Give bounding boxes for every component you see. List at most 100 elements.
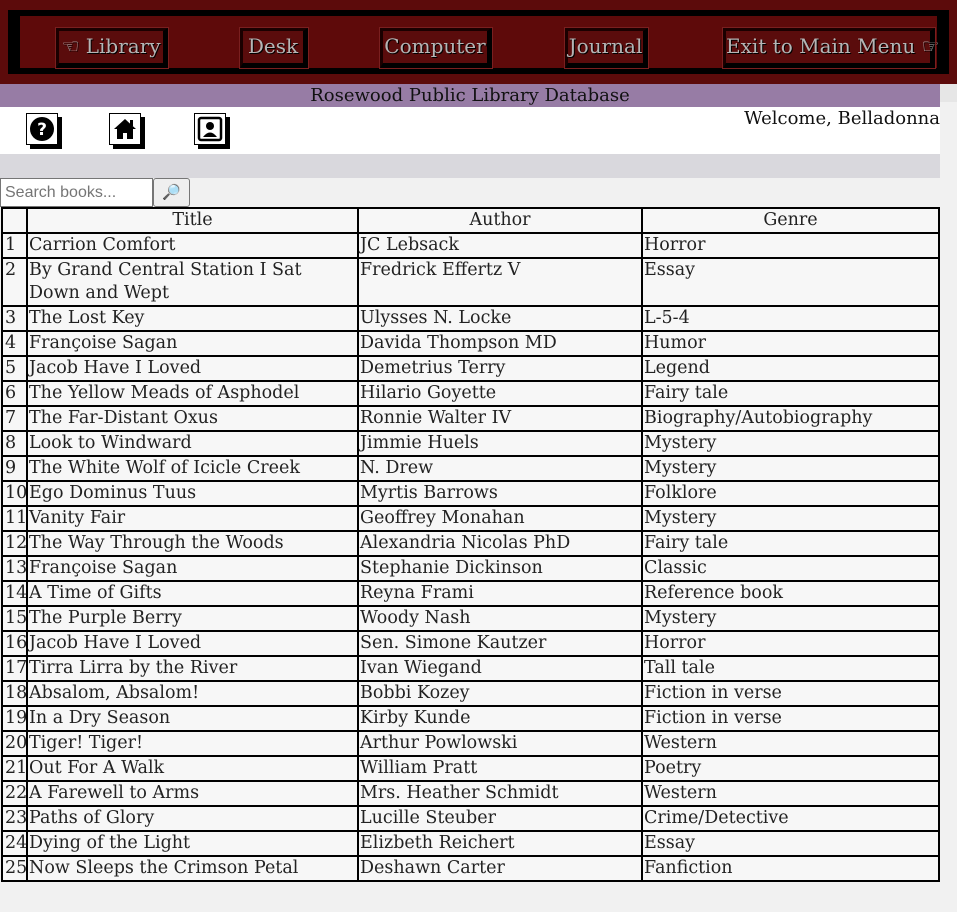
nav-frame: ☜ Library Desk Computer Journal Exit to … (8, 10, 949, 74)
row-number: 4 (1, 330, 28, 357)
table-row[interactable]: 18 Absalom, Absalom! Bobbi Kozey Fiction in… (1, 680, 940, 707)
scrollbar[interactable] (940, 84, 957, 912)
table-row[interactable]: 11 Vanity Fair Geoffrey Monahan Mystery (1, 505, 940, 532)
divider-band (0, 154, 940, 178)
row-number: 17 (1, 655, 28, 682)
table-row[interactable]: 24 Dying of the Light Elizbeth Reichert Ess… (1, 830, 940, 857)
book-author-cell: JC Lebsack (357, 232, 643, 259)
book-title-cell: Jacob Have I Loved (26, 355, 359, 382)
book-title-cell: Paths of Glory (26, 805, 359, 832)
row-number: 5 (1, 355, 28, 382)
row-number: 3 (1, 305, 28, 332)
home-button[interactable] (109, 113, 145, 149)
book-author-cell: Lucille Steuber (357, 805, 643, 832)
scrollbar-thumb[interactable] (940, 84, 957, 102)
book-title-cell: Out For A Walk (26, 755, 359, 782)
search-button[interactable]: 🔎 (153, 178, 190, 207)
book-title-cell: Jacob Have I Loved (26, 630, 359, 657)
table-header-row: Title Author Genre (1, 207, 940, 234)
book-title-cell: The Purple Berry (26, 605, 359, 632)
book-title-cell: The Way Through the Woods (26, 530, 359, 557)
book-genre-cell: Biography/Autobiography (641, 405, 940, 432)
book-author-cell: Reyna Frami (357, 580, 643, 607)
book-author-cell: Sen. Simone Kautzer (357, 630, 643, 657)
table-row[interactable]: 7 The Far-Distant Oxus Ronnie Walter IV Bio… (1, 405, 940, 432)
table-row[interactable]: 13 Françoise Sagan Stephanie Dickinson Clas… (1, 555, 940, 582)
nav-journal-button[interactable]: Journal (564, 27, 649, 69)
nav-exit-button[interactable]: Exit to Main Menu ☞ (722, 27, 940, 69)
table-row[interactable]: 19 In a Dry Season Kirby Kunde Fiction in v… (1, 705, 940, 732)
book-author-cell: Alexandria Nicolas PhD (357, 530, 643, 557)
search-input[interactable] (0, 178, 153, 207)
book-title-cell: Tirra Lirra by the River (26, 655, 359, 682)
book-genre-cell: Classic (641, 555, 940, 582)
book-genre-cell: Crime/Detective (641, 805, 940, 832)
book-title-cell: Look to Windward (26, 430, 359, 457)
row-number: 13 (1, 555, 28, 582)
book-author-cell: Geoffrey Monahan (357, 505, 643, 532)
row-number: 7 (1, 405, 28, 432)
row-number: 20 (1, 730, 28, 757)
row-number: 19 (1, 705, 28, 732)
book-genre-cell: L-5-4 (641, 305, 940, 332)
book-genre-cell: Reference book (641, 580, 940, 607)
page-title: Rosewood Public Library Database (0, 84, 940, 107)
column-header-title[interactable]: Title (26, 207, 359, 234)
book-genre-cell: Humor (641, 330, 940, 357)
book-genre-cell: Essay (641, 830, 940, 857)
table-row[interactable]: 15 The Purple Berry Woody Nash Mystery (1, 605, 940, 632)
table-row[interactable]: 8 Look to Windward Jimmie Huels Mystery (1, 430, 940, 457)
page: ☜ Library Desk Computer Journal Exit to … (0, 0, 957, 912)
column-header-author[interactable]: Author (357, 207, 643, 234)
row-number: 22 (1, 780, 28, 807)
table-row[interactable]: 16 Jacob Have I Loved Sen. Simone Kautzer H… (1, 630, 940, 657)
table-row[interactable]: 1 Carrion Comfort JC Lebsack Horror (1, 232, 940, 259)
book-title-cell: Tiger! Tiger! (26, 730, 359, 757)
nav-bar: ☜ Library Desk Computer Journal Exit to … (20, 16, 940, 69)
row-number: 25 (1, 855, 28, 882)
help-button[interactable]: ? (26, 113, 62, 149)
book-title-cell: Vanity Fair (26, 505, 359, 532)
table-row[interactable]: 12 The Way Through the Woods Alexandria Ni… (1, 530, 940, 557)
book-author-cell: Demetrius Terry (357, 355, 643, 382)
book-author-cell: Jimmie Huels (357, 430, 643, 457)
nav-library-button[interactable]: ☜ Library (55, 27, 169, 69)
table-row[interactable]: 23 Paths of Glory Lucille Steuber Crime/Det… (1, 805, 940, 832)
table-row[interactable]: 25 Now Sleeps the Crimson Petal Deshawn Ca… (1, 855, 940, 882)
nav-computer-button[interactable]: Computer (379, 27, 493, 69)
table-row[interactable]: 3 The Lost Key Ulysses N. Locke L-5-4 (1, 305, 940, 332)
table-row[interactable]: 9 The White Wolf of Icicle Creek N. Drew My… (1, 455, 940, 482)
book-author-cell: William Pratt (357, 755, 643, 782)
table-row[interactable]: 4 Françoise Sagan Davida Thompson MD Humor (1, 330, 940, 357)
book-genre-cell: Mystery (641, 605, 940, 632)
book-author-cell: Ronnie Walter IV (357, 405, 643, 432)
table-row[interactable]: 5 Jacob Have I Loved Demetrius Terry Legend (1, 355, 940, 382)
table-row[interactable]: 10 Ego Dominus Tuus Myrtis Barrows Folklore (1, 480, 940, 507)
table-row[interactable]: 2 By Grand Central Station I Sat Down and… (1, 257, 940, 307)
table-row[interactable]: 20 Tiger! Tiger! Arthur Powlowski Western (1, 730, 940, 757)
row-number: 18 (1, 680, 28, 707)
book-author-cell: Myrtis Barrows (357, 480, 643, 507)
nav-desk-label: Desk (247, 34, 299, 58)
book-title-cell: Françoise Sagan (26, 330, 359, 357)
table-row[interactable]: 6 The Yellow Meads of Asphodel Hilario Goy… (1, 380, 940, 407)
table-row[interactable]: 17 Tirra Lirra by the River Ivan Wiegand Ta… (1, 655, 940, 682)
book-genre-cell: Fairy tale (641, 380, 940, 407)
table-row[interactable]: 21 Out For A Walk William Pratt Poetry (1, 755, 940, 782)
column-header-genre[interactable]: Genre (641, 207, 940, 234)
table-row[interactable]: 22 A Farewell to Arms Mrs. Heather Schmidt… (1, 780, 940, 807)
books-table: Title Author Genre 1 Carrion Comfort JC Le… (1, 207, 940, 882)
row-number: 14 (1, 580, 28, 607)
book-title-cell: Françoise Sagan (26, 555, 359, 582)
book-title-cell: The Far-Distant Oxus (26, 405, 359, 432)
nav-computer-label: Computer (384, 34, 486, 58)
book-author-cell: Bobbi Kozey (357, 680, 643, 707)
book-title-cell: Ego Dominus Tuus (26, 480, 359, 507)
book-author-cell: Woody Nash (357, 605, 643, 632)
table-row[interactable]: 14 A Time of Gifts Reyna Frami Reference bo… (1, 580, 940, 607)
top-navigation: ☜ Library Desk Computer Journal Exit to … (0, 0, 957, 84)
row-number: 23 (1, 805, 28, 832)
book-title-cell: A Farewell to Arms (26, 780, 359, 807)
nav-desk-button[interactable]: Desk (239, 27, 309, 69)
profile-button[interactable] (194, 113, 230, 149)
